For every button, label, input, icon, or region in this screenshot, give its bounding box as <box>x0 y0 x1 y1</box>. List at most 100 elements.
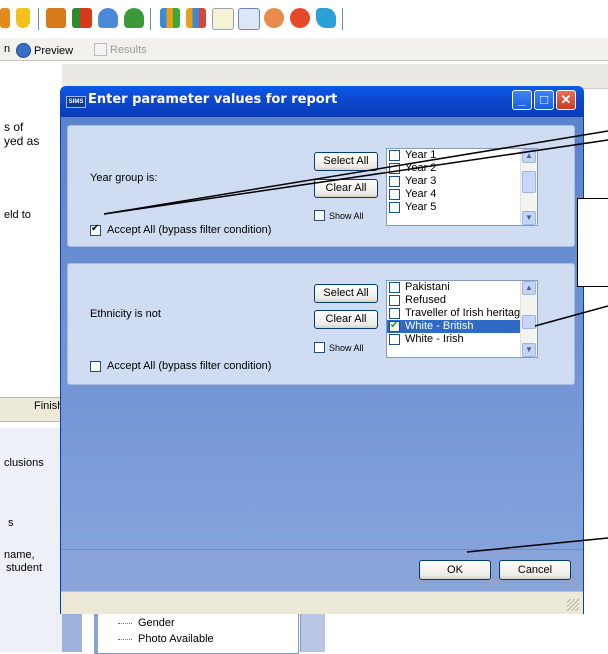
tree-item-photo-available[interactable]: Photo Available <box>118 633 214 645</box>
list-item-checkbox[interactable] <box>389 202 400 213</box>
dialog-titlebar[interactable]: SIMS Enter parameter values for report _… <box>60 86 584 116</box>
close-button[interactable]: ✕ <box>556 90 576 110</box>
list-item-checkbox[interactable] <box>389 319 400 332</box>
list-item[interactable]: Year 1 <box>387 149 537 162</box>
ethnicity-show-all-checkbox[interactable] <box>314 342 325 353</box>
ethnicity-accept-all[interactable]: Accept All (bypass filter condition) <box>90 360 271 372</box>
list-item[interactable]: Traveller of Irish heritage <box>387 307 537 320</box>
scroll-up-icon[interactable]: ▲ <box>522 281 536 295</box>
list-item-label: Pakistani <box>405 281 450 293</box>
left-lower-panel: clusions s name, student <box>0 428 62 652</box>
tab-partial[interactable]: n <box>4 43 10 55</box>
list-item-checkbox[interactable] <box>389 150 400 161</box>
list-item[interactable]: White - Irish <box>387 333 537 346</box>
resize-grip-icon[interactable] <box>567 599 579 611</box>
scroll-up-icon[interactable]: ▲ <box>522 149 536 163</box>
tree-item-gender[interactable]: Gender <box>118 617 175 629</box>
list-item-label: Year 4 <box>405 188 437 200</box>
year-group-label: Year group is: <box>90 172 158 184</box>
scroll-down-icon[interactable]: ▼ <box>522 211 536 225</box>
tab-results-label: Results <box>110 43 147 56</box>
exclusions-text: clusions <box>4 457 44 469</box>
scroll-down-icon[interactable]: ▼ <box>522 343 536 357</box>
year-select-all-button[interactable]: Select All <box>314 152 378 171</box>
tab-preview-label: Preview <box>34 44 74 57</box>
report-tabbar: n Preview Results <box>0 38 608 61</box>
year-list-scrollbar[interactable]: ▲ ▼ <box>520 149 537 225</box>
list-item[interactable]: Year 2 <box>387 162 537 175</box>
instruction-line-1: s of <box>4 120 24 134</box>
tab-preview[interactable]: Preview <box>16 43 73 58</box>
list-item[interactable]: Year 4 <box>387 188 537 201</box>
scroll-thumb[interactable] <box>522 315 536 329</box>
group-icon[interactable] <box>124 8 144 28</box>
report-icon[interactable] <box>0 8 10 28</box>
ethnicity-list[interactable]: Pakistani Refused Traveller of Irish her… <box>386 280 538 358</box>
list-item[interactable]: Pakistani <box>387 281 537 294</box>
year-show-all-label: Show All <box>329 210 364 221</box>
year-show-all[interactable]: Show All <box>314 210 364 221</box>
list-item-label: White - British <box>405 320 474 332</box>
parameter-dialog: SIMS Enter parameter values for report _… <box>60 86 584 614</box>
ethnicity-label: Ethnicity is not <box>90 308 161 320</box>
year-group-list[interactable]: Year 1 Year 2 Year 3 Year 4 Year 5 ▲ ▼ <box>386 148 538 226</box>
tab-results[interactable]: Results <box>94 43 147 56</box>
people-icon[interactable] <box>98 8 118 28</box>
year-clear-all-button[interactable]: Clear All <box>314 179 378 198</box>
list-item-label: Year 1 <box>405 149 437 161</box>
ethnicity-section: Ethnicity is not Select All Clear All Sh… <box>67 263 575 385</box>
dialog-statusbar <box>61 591 583 614</box>
year-accept-all[interactable]: Accept All (bypass filter condition) <box>90 223 272 236</box>
student-text: student <box>6 562 43 574</box>
book-icon[interactable] <box>46 8 66 28</box>
finish-button[interactable]: Finish <box>34 400 63 412</box>
year-accept-all-checkbox[interactable] <box>90 223 101 236</box>
users-icon[interactable] <box>264 8 284 28</box>
s-text: s <box>8 517 14 529</box>
chart-alt-icon[interactable] <box>186 8 206 28</box>
list-item-checkbox[interactable] <box>389 189 400 200</box>
ethnicity-list-scrollbar[interactable]: ▲ ▼ <box>520 281 537 357</box>
list-item-checkbox[interactable] <box>389 176 400 187</box>
document-icon[interactable] <box>212 8 234 30</box>
list-item-checkbox[interactable] <box>389 308 400 319</box>
list-item[interactable]: Refused <box>387 294 537 307</box>
list-item-checkbox[interactable] <box>389 282 400 293</box>
year-show-all-checkbox[interactable] <box>314 210 325 221</box>
ethnicity-accept-all-label: Accept All (bypass filter condition) <box>107 360 272 372</box>
callout-box <box>577 198 608 287</box>
tree-item-label: Photo Available <box>138 633 214 645</box>
trophy-icon[interactable] <box>16 8 30 28</box>
tree-item-label: Gender <box>138 617 175 629</box>
ethnicity-accept-all-checkbox[interactable] <box>90 360 101 372</box>
list-item[interactable]: Year 3 <box>387 175 537 188</box>
ethnicity-show-all-label: Show All <box>329 342 364 353</box>
list-item[interactable]: Year 5 <box>387 201 537 214</box>
ethnicity-select-all-button[interactable]: Select All <box>314 284 378 303</box>
sims-app-icon: SIMS <box>66 96 86 108</box>
list-item-selected[interactable]: White - British <box>387 319 537 333</box>
transfer-icon[interactable] <box>316 8 336 28</box>
list-item-label: Year 2 <box>405 162 437 174</box>
list-item-checkbox[interactable] <box>389 163 400 174</box>
flag-icon[interactable] <box>72 8 92 28</box>
scroll-thumb[interactable] <box>522 171 536 193</box>
cancel-button[interactable]: Cancel <box>499 560 571 580</box>
maximize-button[interactable]: □ <box>534 90 554 110</box>
preview-icon <box>16 43 31 58</box>
minimize-button[interactable]: _ <box>512 90 532 110</box>
list-item-checkbox[interactable] <box>389 295 400 306</box>
ethnicity-clear-all-button[interactable]: Clear All <box>314 310 378 329</box>
list-item-label: Refused <box>405 294 446 306</box>
dialog-title: Enter parameter values for report <box>88 92 338 107</box>
ok-button[interactable]: OK <box>419 560 491 580</box>
list-item-label: Traveller of Irish heritage <box>405 307 527 319</box>
list-item-checkbox[interactable] <box>389 334 400 345</box>
clock-icon[interactable] <box>290 8 310 28</box>
year-accept-all-label: Accept All (bypass filter condition) <box>107 224 272 236</box>
list-item-label: Year 5 <box>405 201 437 213</box>
chart-icon[interactable] <box>160 8 180 28</box>
edit-icon[interactable] <box>238 8 260 30</box>
year-group-section: Year group is: Select All Clear All Show… <box>67 125 575 247</box>
ethnicity-show-all[interactable]: Show All <box>314 342 364 353</box>
